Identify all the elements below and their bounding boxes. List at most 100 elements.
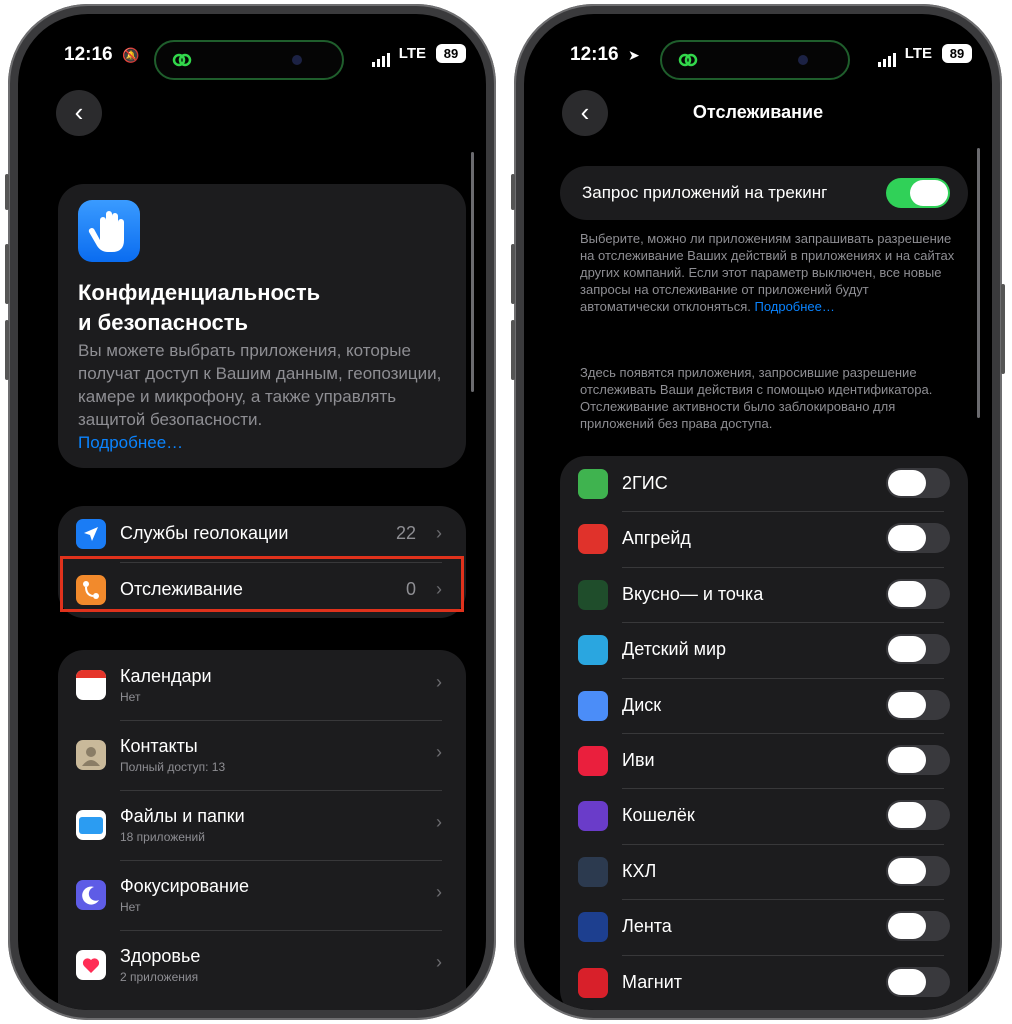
row-contacts[interactable]: Контакты Полный доступ: 13 › (58, 720, 466, 790)
row-label: Файлы и папки (120, 806, 245, 826)
vkusno-icon (578, 579, 608, 610)
network-type: LTE (904, 45, 932, 62)
app-tracking-toggle[interactable] (886, 800, 950, 831)
screen-right: 12:16 ➤ LTE 89 ‹ Отслеживание Запрос при… (524, 14, 992, 1010)
row-sub: 18 приложений (120, 830, 205, 844)
files-icon (76, 810, 106, 840)
status-bar: 12:16 🔕 LTE 89 (18, 40, 486, 80)
network-type: LTE (398, 45, 426, 62)
page-title: Конфиденциальность и безопасность (78, 278, 378, 338)
tracking-note: Выберите, можно ли приложениям запрашива… (580, 230, 960, 315)
camera (798, 55, 808, 65)
toggle-knob (888, 857, 926, 884)
app-tracking-toggle[interactable] (886, 966, 950, 997)
toggle-knob (888, 802, 926, 829)
wallet-icon (578, 801, 608, 832)
row-sub: Полный доступ: 13 (120, 760, 226, 774)
apps-note: Здесь появятся приложения, запросившие р… (580, 365, 933, 431)
action-button (5, 174, 9, 210)
health-heart-icon (76, 950, 106, 980)
app-tracking-toggle[interactable] (886, 578, 950, 609)
row-label: Фокусирование (120, 876, 250, 896)
app-name: Иви (622, 750, 655, 770)
screen-left: 12:16 🔕 LTE 89 ‹ Конфиденциальность и без… (18, 14, 486, 1010)
chevron-right-icon: › (436, 523, 442, 543)
2gis-icon (578, 469, 608, 499)
silent-bell-icon: 🔕 (122, 47, 140, 63)
status-time: 12:16 (64, 44, 113, 65)
more-link[interactable]: Подробнее… (78, 433, 183, 452)
row-calendars[interactable]: Календари Нет › (58, 650, 466, 720)
app-name: Вкусно— и точка (622, 583, 764, 604)
app-row[interactable]: Лента (560, 899, 968, 954)
signal-icon (878, 49, 898, 67)
app-row[interactable]: Кошелёк (560, 788, 968, 843)
row-sub: Нет (120, 690, 141, 704)
more-link[interactable]: Подробнее… (754, 299, 834, 314)
ivi-icon (578, 746, 608, 776)
app-row[interactable]: Детский мир (560, 622, 968, 677)
app-tracking-toggle[interactable] (886, 855, 950, 886)
back-button[interactable]: ‹ (56, 90, 102, 136)
toggle-knob (888, 470, 926, 496)
upgrade-ring-icon (578, 524, 608, 555)
app-tracking-toggle[interactable] (886, 634, 950, 665)
volume-down-button (511, 320, 515, 380)
chevron-right-icon: › (436, 742, 442, 762)
app-name: Детский мир (622, 639, 727, 660)
toggle-knob (888, 747, 926, 773)
scrollbar[interactable] (977, 148, 980, 418)
toggle-knob (888, 525, 926, 552)
phone-left: 12:16 🔕 LTE 89 ‹ Конфиденциальность и без… (5, 4, 496, 1020)
signal-icon (372, 49, 392, 67)
row-label: Календари (120, 666, 212, 686)
row-count: 22 (395, 523, 416, 543)
row-location-services[interactable]: Службы геолокации 22 › (58, 506, 466, 562)
volume-up-button (5, 244, 9, 304)
row-focus[interactable]: Фокусирование Нет › (58, 860, 466, 930)
toggle-knob (888, 636, 926, 663)
hand-privacy-icon (78, 200, 140, 262)
dynamic-island (660, 40, 850, 80)
lenta-icon (578, 912, 608, 943)
app-row[interactable]: 2ГИС (560, 456, 968, 511)
tracking-request-toggle[interactable] (886, 178, 950, 208)
app-row[interactable]: Апгрейд (560, 511, 968, 566)
focus-moon-icon (76, 880, 106, 910)
app-tracking-toggle[interactable] (886, 911, 950, 942)
app-tracking-toggle[interactable] (886, 689, 950, 720)
row-health[interactable]: Здоровье 2 приложения › (58, 930, 466, 1000)
app-row[interactable]: Магнит (560, 955, 968, 1010)
app-row[interactable]: КХЛ (560, 844, 968, 899)
scrollbar[interactable] (471, 152, 474, 392)
row-label: Здоровье (120, 946, 201, 966)
title-line1: Конфиденциальность (78, 280, 321, 305)
row-files[interactable]: Файлы и папки 18 приложений › (58, 790, 466, 860)
privacy-hero-card: Конфиденциальность и безопасность Вы може… (58, 184, 466, 468)
app-tracking-toggle[interactable] (886, 523, 950, 554)
app-row[interactable]: Диск (560, 678, 968, 733)
app-tracking-toggle[interactable] (886, 745, 950, 775)
hero-description: Вы можете выбрать приложения, которые по… (78, 339, 458, 454)
app-row[interactable]: Вкусно— и точка (560, 567, 968, 622)
app-name: Диск (622, 694, 662, 715)
battery-level: 89 (942, 44, 972, 63)
magnit-icon (578, 967, 608, 998)
chevron-right-icon: › (436, 812, 442, 832)
app-row[interactable]: Иви (560, 733, 968, 788)
row-label: Службы геолокации (120, 523, 289, 543)
dynamic-island (154, 40, 344, 80)
tracking-request-card: Запрос приложений на трекинг (560, 166, 968, 220)
toggle-knob (910, 180, 948, 206)
location-arrow-icon (76, 519, 106, 549)
power-button (1001, 284, 1005, 374)
tracking-request-label: Запрос приложений на трекинг (582, 183, 828, 202)
title-line2: и безопасность (78, 310, 249, 335)
app-name: Кошелёк (622, 805, 695, 826)
app-tracking-toggle[interactable] (886, 468, 950, 498)
description-text: Вы можете выбрать приложения, которые по… (78, 341, 442, 429)
camera (292, 55, 302, 65)
app-name: 2ГИС (622, 473, 668, 493)
volume-down-button (5, 320, 9, 380)
detskiy-mir-icon (578, 635, 608, 666)
